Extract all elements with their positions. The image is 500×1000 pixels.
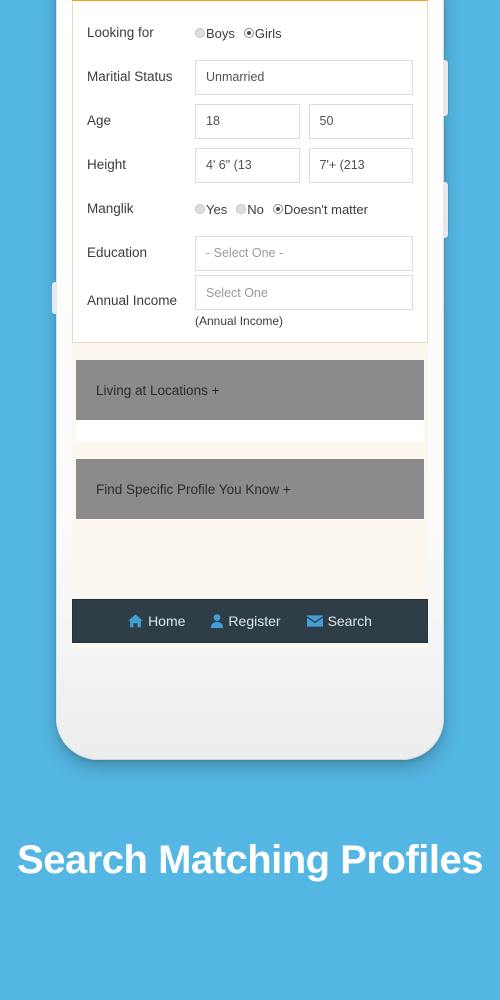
nav-item-home-label: Home: [148, 613, 186, 629]
label-annual-income: Annual Income: [87, 293, 178, 309]
select-height-to[interactable]: 7'+ (213: [308, 147, 413, 183]
form-row-looking-for: Looking for Boys Girls: [87, 11, 413, 55]
radio-option-manglik-no[interactable]: No: [236, 202, 271, 217]
nav-item-register[interactable]: Register: [211, 613, 281, 629]
bottom-navigation-bar: Home Register Search: [72, 599, 428, 643]
label-education: Education: [87, 244, 148, 260]
radio-option-boys[interactable]: Boys: [195, 26, 242, 41]
radio-option-manglik-yes[interactable]: Yes: [195, 202, 234, 217]
radio-boys-label: Boys: [206, 25, 235, 41]
volume-up-button[interactable]: [443, 60, 448, 116]
radio-girls-label: Girls: [254, 25, 282, 41]
label-height: Height: [87, 156, 127, 172]
select-education[interactable]: - Select One -: [195, 235, 413, 271]
nav-item-search-label: Search: [327, 613, 372, 629]
select-annual-income[interactable]: Select One: [195, 275, 413, 310]
panel-spacer-2: [72, 442, 428, 459]
panel-spacer-1: [72, 343, 428, 360]
select-maritial-status[interactable]: Unmarried: [195, 59, 413, 95]
select-age-from[interactable]: 18: [195, 103, 300, 139]
label-age: Age: [87, 112, 112, 128]
form-row-annual-income: Annual Income Select One (Annual Income): [87, 275, 413, 328]
label-manglik: Manglik: [87, 200, 134, 216]
phone-screen: Looking for Boys Girls Maritial Status U…: [72, 0, 428, 648]
envelope-icon: [306, 615, 323, 627]
radio-manglik-no-label: No: [247, 201, 264, 217]
radio-manglik-doesnt-matter-icon[interactable]: [272, 204, 283, 214]
radio-group-manglik[interactable]: Yes No Doesn't matter: [195, 202, 377, 217]
form-row-age: Age 18 50: [87, 99, 413, 143]
radio-manglik-doesnt-matter-label: Doesn't matter: [283, 201, 368, 217]
radio-boys-icon[interactable]: [195, 28, 205, 38]
search-form-card: Looking for Boys Girls Maritial Status U…: [72, 1, 428, 343]
screenshot-root: Looking for Boys Girls Maritial Status U…: [0, 0, 500, 1000]
panel-living-at-locations-body: [76, 420, 424, 442]
home-icon: [128, 614, 144, 628]
label-maritial-status: Maritial Status: [87, 68, 173, 84]
page-title: Search Matching Profiles: [17, 838, 483, 882]
radio-option-manglik-doesnt-matter[interactable]: Doesn't matter: [272, 201, 375, 217]
user-icon: [211, 614, 224, 628]
label-looking-for: Looking for: [87, 24, 154, 40]
form-row-maritial-status: Maritial Status Unmarried: [87, 55, 413, 99]
select-height-from[interactable]: 4' 6" (13: [195, 147, 300, 183]
form-row-education: Education - Select One -: [87, 231, 413, 275]
select-age-to[interactable]: 50: [308, 103, 413, 139]
nav-item-search[interactable]: Search: [306, 613, 372, 629]
radio-manglik-yes-icon[interactable]: [195, 204, 205, 214]
power-button[interactable]: [52, 282, 57, 314]
radio-group-looking-for[interactable]: Boys Girls: [195, 26, 291, 41]
panel-find-specific-profile-title: Find Specific Profile You Know +: [96, 481, 291, 497]
panel-living-at-locations-title: Living at Locations +: [96, 382, 220, 398]
nav-item-register-label: Register: [228, 613, 281, 629]
radio-manglik-no-icon[interactable]: [236, 204, 247, 214]
radio-option-girls[interactable]: Girls: [243, 25, 289, 41]
radio-manglik-yes-label: Yes: [206, 201, 228, 217]
phone-device-frame: Looking for Boys Girls Maritial Status U…: [52, 0, 448, 760]
volume-down-button[interactable]: [443, 182, 448, 238]
panel-find-specific-profile[interactable]: Find Specific Profile You Know +: [76, 459, 424, 519]
panel-living-at-locations[interactable]: Living at Locations +: [76, 360, 424, 420]
annual-income-hint: (Annual Income): [195, 314, 284, 328]
radio-girls-icon[interactable]: [243, 28, 254, 38]
nav-item-home[interactable]: Home: [128, 613, 185, 629]
form-row-height: Height 4' 6" (13 7'+ (213: [87, 143, 413, 187]
form-row-manglik: Manglik Yes No Doesn't matter: [87, 187, 413, 231]
